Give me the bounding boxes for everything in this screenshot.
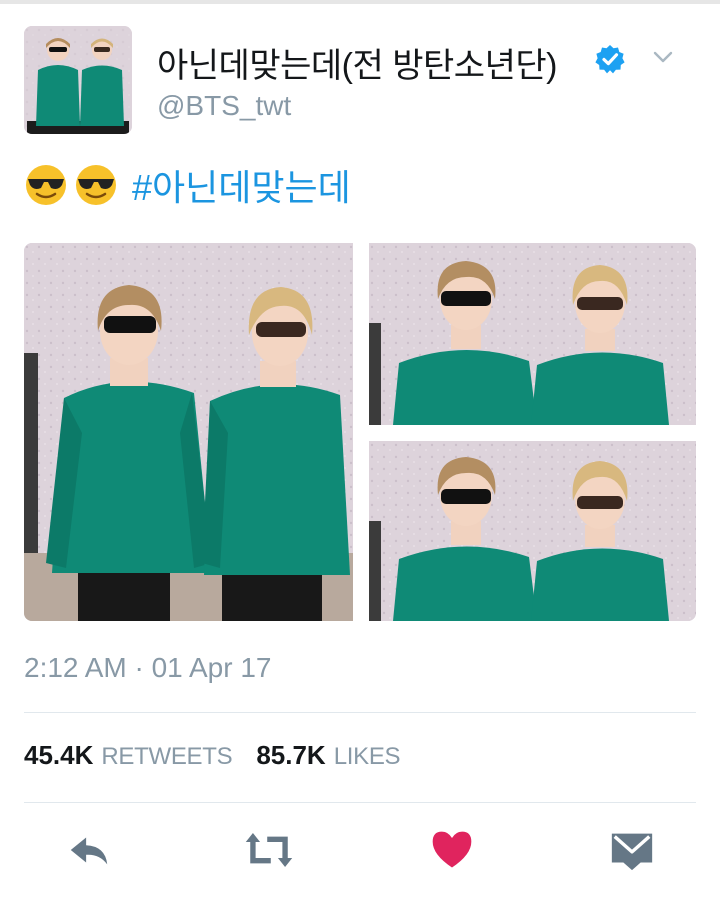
- hashtag-link[interactable]: #아닌데맞는데: [132, 159, 351, 211]
- display-name[interactable]: 아닌데맞는데(전 방탄소년단): [157, 38, 557, 87]
- retweets-label[interactable]: RETWEETS: [101, 743, 232, 771]
- message-icon[interactable]: [607, 825, 657, 875]
- handle[interactable]: @BTS_twt: [157, 90, 291, 122]
- likes-count[interactable]: 85.7K: [256, 740, 325, 771]
- tweet-timestamp[interactable]: 2:12 AM · 01 Apr 17: [24, 652, 272, 684]
- reply-icon[interactable]: [64, 825, 114, 875]
- avatar[interactable]: [24, 26, 132, 134]
- tweet-text: #아닌데맞는데: [24, 160, 351, 210]
- tweet-header: 아닌데맞는데(전 방탄소년단) @BTS_twt: [24, 26, 696, 136]
- divider: [24, 802, 696, 803]
- retweet-icon[interactable]: [244, 825, 294, 875]
- action-bar: [0, 825, 720, 875]
- top-divider: [0, 0, 720, 4]
- photo-bottom-right[interactable]: [369, 441, 696, 621]
- likes-label[interactable]: LIKES: [334, 743, 401, 771]
- media-grid: [24, 243, 696, 621]
- verified-badge-icon: [595, 44, 625, 74]
- photo-top-right[interactable]: [369, 243, 696, 425]
- smiling-face-with-sunglasses-icon: [24, 163, 68, 207]
- like-icon[interactable]: [427, 825, 477, 875]
- divider: [24, 712, 696, 713]
- retweets-count[interactable]: 45.4K: [24, 740, 93, 771]
- smiling-face-with-sunglasses-icon: [74, 163, 118, 207]
- chevron-down-icon[interactable]: [652, 46, 674, 68]
- photo-main[interactable]: [24, 243, 353, 621]
- tweet-stats: 45.4K RETWEETS 85.7K LIKES: [24, 740, 401, 776]
